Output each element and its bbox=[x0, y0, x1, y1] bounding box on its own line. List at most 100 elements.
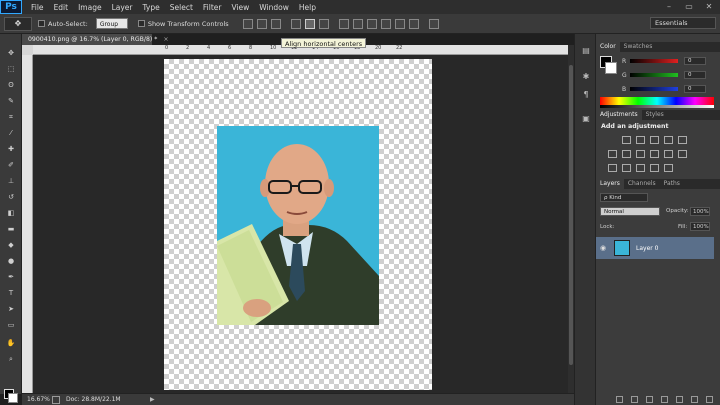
gradient-map-icon[interactable] bbox=[664, 164, 673, 172]
delete-layer-icon[interactable] bbox=[706, 396, 713, 403]
blue-slider[interactable] bbox=[630, 87, 678, 91]
color-spectrum[interactable] bbox=[600, 97, 714, 105]
lasso-tool-icon[interactable]: ʘ bbox=[5, 80, 17, 90]
menu-help[interactable]: Help bbox=[294, 3, 321, 12]
move-tool-icon[interactable]: ✥ bbox=[5, 48, 17, 58]
clone-stamp-tool-icon[interactable]: ⊥ bbox=[5, 176, 17, 186]
menu-window[interactable]: Window bbox=[254, 3, 294, 12]
scrollbar-thumb[interactable] bbox=[569, 65, 573, 365]
blur-tool-icon[interactable]: ◆ bbox=[5, 240, 17, 250]
menu-edit[interactable]: Edit bbox=[49, 3, 74, 12]
vertical-ruler[interactable] bbox=[22, 55, 33, 393]
history-icon[interactable]: ▤ bbox=[581, 46, 591, 56]
background-color-swatch[interactable] bbox=[8, 393, 18, 403]
selective-color-icon[interactable] bbox=[650, 164, 659, 172]
align-right-edges-button[interactable] bbox=[318, 18, 329, 29]
curves-icon[interactable] bbox=[650, 136, 659, 144]
brush-tool-icon[interactable]: ✐ bbox=[5, 160, 17, 170]
menu-layer[interactable]: Layer bbox=[107, 3, 138, 12]
document-info-icon[interactable] bbox=[52, 395, 60, 404]
red-slider[interactable] bbox=[630, 59, 678, 63]
visibility-eye-icon[interactable]: ◉ bbox=[596, 244, 610, 252]
menu-type[interactable]: Type bbox=[138, 3, 165, 12]
tab-layers[interactable]: Layers bbox=[596, 179, 624, 189]
crop-tool-icon[interactable]: ⌗ bbox=[5, 112, 17, 122]
exposure-icon[interactable] bbox=[664, 136, 673, 144]
layer-comps-icon[interactable]: ▣ bbox=[581, 114, 591, 124]
align-bottom-edges-button[interactable] bbox=[270, 18, 281, 29]
close-button[interactable]: ✕ bbox=[702, 1, 716, 12]
status-menu-arrow[interactable]: ▶ bbox=[150, 396, 155, 403]
new-group-icon[interactable] bbox=[676, 396, 683, 403]
maximize-button[interactable]: ▭ bbox=[682, 1, 696, 12]
fill-input[interactable]: 100% bbox=[690, 222, 710, 231]
workspace-dropdown[interactable]: Essentials bbox=[650, 17, 716, 29]
align-left-edges-button[interactable] bbox=[290, 18, 301, 29]
layer-style-icon[interactable] bbox=[631, 396, 638, 403]
move-tool-preset[interactable]: ✥ bbox=[4, 16, 32, 31]
black-white-icon[interactable] bbox=[636, 150, 645, 158]
new-layer-icon[interactable] bbox=[691, 396, 698, 403]
auto-align-layers-button[interactable] bbox=[428, 18, 439, 29]
align-top-edges-button[interactable] bbox=[242, 18, 253, 29]
brightness-contrast-icon[interactable] bbox=[622, 136, 631, 144]
zoom-level[interactable]: 16.67% bbox=[22, 396, 52, 403]
distribute-left-button[interactable] bbox=[380, 18, 391, 29]
layer-mask-icon[interactable] bbox=[646, 396, 653, 403]
menu-filter[interactable]: Filter bbox=[198, 3, 227, 12]
type-tool-icon[interactable]: T bbox=[5, 288, 17, 298]
minimize-button[interactable]: – bbox=[662, 1, 676, 12]
tab-paths[interactable]: Paths bbox=[660, 179, 684, 189]
layer-filter-kind[interactable]: ρ Kind bbox=[600, 193, 648, 202]
color-balance-icon[interactable] bbox=[622, 150, 631, 158]
zoom-tool-icon[interactable]: ⌕ bbox=[5, 354, 17, 364]
pen-tool-icon[interactable]: ✒ bbox=[5, 272, 17, 282]
blend-mode-dropdown[interactable]: Normal bbox=[600, 207, 660, 216]
gradient-tool-icon[interactable]: ▬ bbox=[5, 224, 17, 234]
distribute-hcenter-button[interactable] bbox=[394, 18, 405, 29]
adjustment-layer-icon[interactable] bbox=[661, 396, 668, 403]
history-brush-tool-icon[interactable]: ↺ bbox=[5, 192, 17, 202]
auto-select-dropdown[interactable]: Group bbox=[95, 18, 128, 29]
dodge-tool-icon[interactable]: ● bbox=[5, 256, 17, 266]
quick-select-tool-icon[interactable]: ✎ bbox=[5, 96, 17, 106]
brush-preset-icon[interactable]: ✱ bbox=[581, 72, 591, 82]
blue-value-input[interactable]: 0 bbox=[684, 85, 706, 93]
levels-icon[interactable] bbox=[636, 136, 645, 144]
invert-icon[interactable] bbox=[608, 164, 617, 172]
character-icon[interactable]: ¶ bbox=[581, 90, 591, 100]
align-vertical-centers-button[interactable] bbox=[256, 18, 267, 29]
tab-adjustments[interactable]: Adjustments bbox=[596, 110, 642, 120]
tab-styles[interactable]: Styles bbox=[642, 110, 668, 120]
hand-tool-icon[interactable]: ✋ bbox=[5, 338, 17, 348]
color-panel-background[interactable] bbox=[605, 62, 617, 74]
menu-image[interactable]: Image bbox=[73, 3, 107, 12]
grayscale-ramp[interactable] bbox=[600, 105, 714, 108]
path-selection-tool-icon[interactable]: ➤ bbox=[5, 304, 17, 314]
link-layers-icon[interactable] bbox=[616, 396, 623, 403]
align-horizontal-centers-button[interactable] bbox=[304, 18, 315, 29]
tab-swatches[interactable]: Swatches bbox=[620, 42, 657, 52]
channel-mixer-icon[interactable] bbox=[664, 150, 673, 158]
green-value-input[interactable]: 0 bbox=[684, 71, 706, 79]
layer-row[interactable]: ◉ Layer 0 bbox=[596, 237, 714, 259]
threshold-icon[interactable] bbox=[636, 164, 645, 172]
auto-select-checkbox[interactable] bbox=[38, 20, 45, 27]
color-lookup-icon[interactable] bbox=[678, 150, 687, 158]
opacity-input[interactable]: 100% bbox=[690, 207, 710, 216]
distribute-bottom-button[interactable] bbox=[366, 18, 377, 29]
ruler-origin[interactable] bbox=[22, 45, 33, 55]
marquee-tool-icon[interactable]: ⬚ bbox=[5, 64, 17, 74]
tab-channels[interactable]: Channels bbox=[624, 179, 660, 189]
menu-file[interactable]: File bbox=[26, 3, 49, 12]
layer-image[interactable] bbox=[217, 126, 379, 325]
document-tab[interactable]: 0900410.png @ 16.7% (Layer 0, RGB/8) * × bbox=[22, 34, 169, 45]
vibrance-icon[interactable] bbox=[678, 136, 687, 144]
tab-color[interactable]: Color bbox=[596, 42, 620, 52]
shape-tool-icon[interactable]: ▭ bbox=[5, 320, 17, 330]
healing-brush-tool-icon[interactable]: ✚ bbox=[5, 144, 17, 154]
distribute-right-button[interactable] bbox=[408, 18, 419, 29]
distribute-top-button[interactable] bbox=[338, 18, 349, 29]
red-value-input[interactable]: 0 bbox=[684, 57, 706, 65]
photo-filter-icon[interactable] bbox=[650, 150, 659, 158]
